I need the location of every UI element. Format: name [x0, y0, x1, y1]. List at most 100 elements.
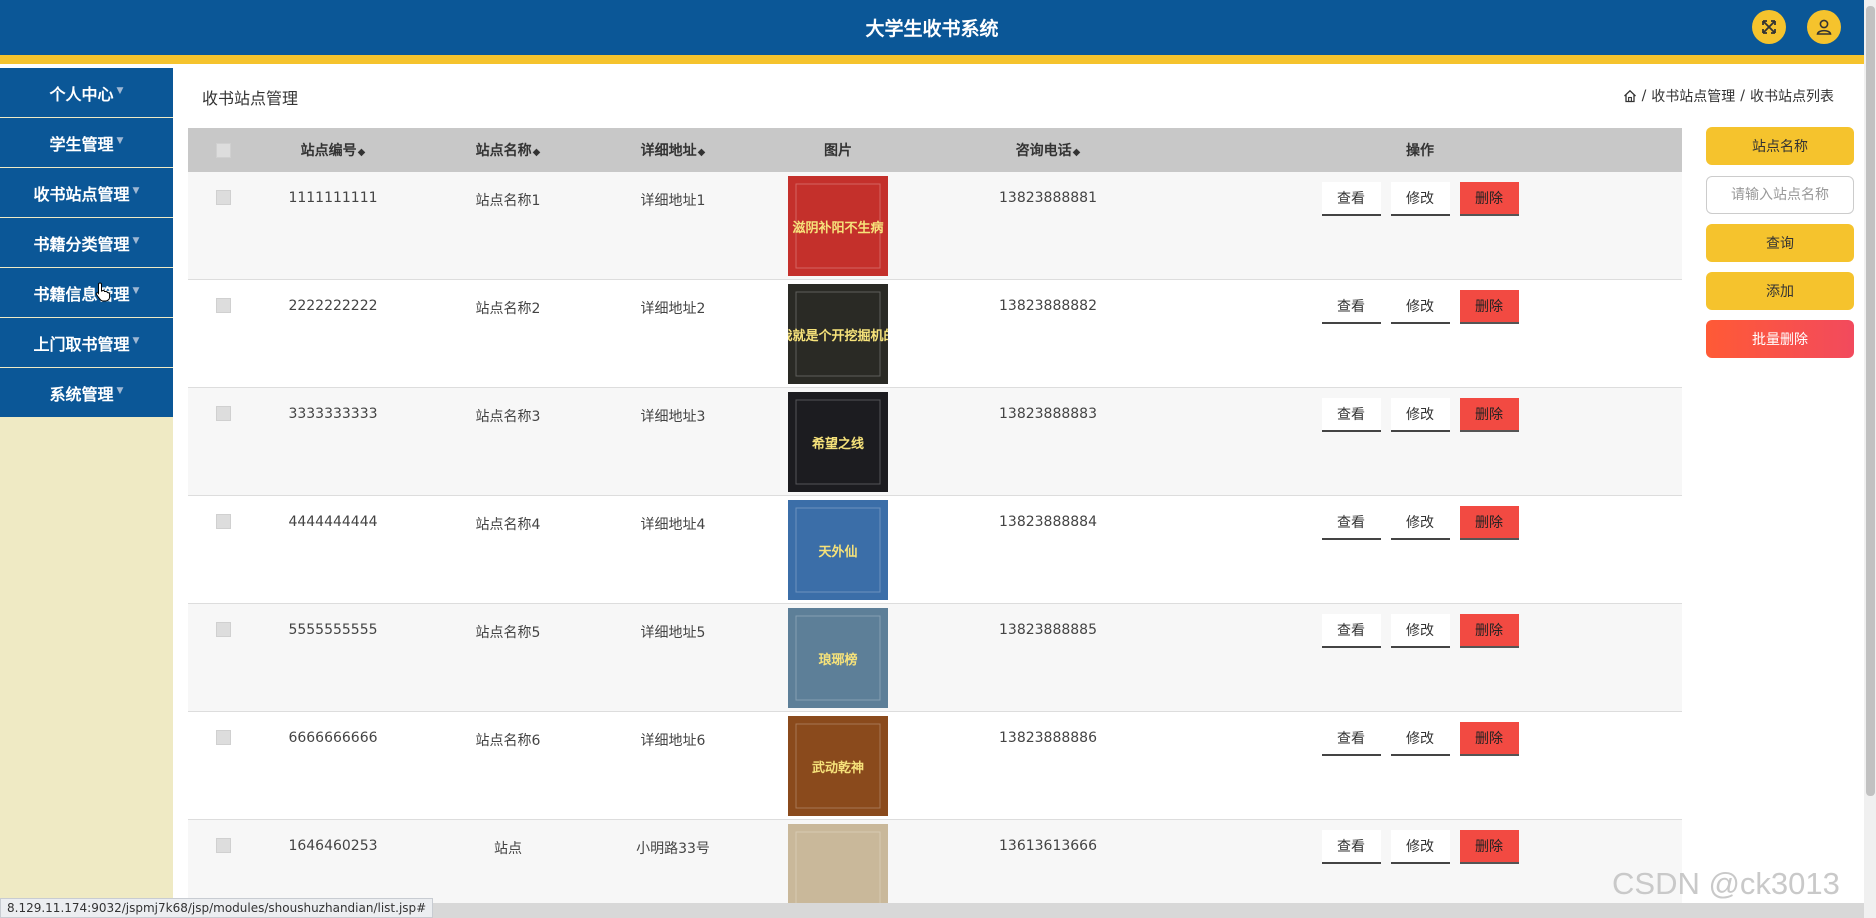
- table-row: 6666666666 站点名称6 详细地址6 武动乾神 13823888886 查看 修改删…: [188, 712, 1682, 820]
- sidebar-item-book-categories[interactable]: 书籍分类管理 ▼: [0, 218, 173, 267]
- caret-down-icon: ▼: [132, 185, 140, 196]
- edit-button[interactable]: 修改: [1390, 290, 1450, 324]
- sidebar-item-book-info[interactable]: 书籍信息管理 ▼: [0, 268, 173, 317]
- delete-button[interactable]: 删除: [1459, 398, 1519, 432]
- view-button[interactable]: 查看: [1321, 290, 1381, 324]
- view-button[interactable]: 查看: [1321, 398, 1381, 432]
- breadcrumb-item[interactable]: 收书站点管理: [1651, 86, 1735, 106]
- watermark: CSDN @ck3013: [1612, 866, 1840, 901]
- edit-button[interactable]: 修改: [1390, 614, 1450, 648]
- sidebar-item-system[interactable]: 系统管理 ▼: [0, 368, 173, 417]
- delete-button[interactable]: 删除: [1459, 506, 1519, 540]
- edit-button[interactable]: 修改: [1390, 506, 1450, 540]
- cell-phone: 13823888885: [999, 622, 1097, 638]
- sidebar-item-stations[interactable]: 收书站点管理 ▼: [0, 168, 173, 217]
- view-button[interactable]: 查看: [1321, 722, 1381, 756]
- cell-id: 1111111111: [288, 190, 378, 206]
- table-body: 1111111111 站点名称1 详细地址1 滋阴补阳不生病 13823888881 查看…: [188, 172, 1682, 918]
- row-checkbox[interactable]: [215, 406, 231, 421]
- edit-button[interactable]: 修改: [1390, 398, 1450, 432]
- cell-phone: 13823888884: [999, 514, 1097, 530]
- table-row: 1111111111 站点名称1 详细地址1 滋阴补阳不生病 13823888881 查看…: [188, 172, 1682, 280]
- fullscreen-button[interactable]: [1752, 10, 1786, 44]
- cover-title: 武动乾神: [812, 760, 864, 776]
- cell-address: 详细地址4: [640, 517, 706, 533]
- cell-phone: 13613613666: [999, 838, 1097, 854]
- view-button[interactable]: 查看: [1321, 506, 1381, 540]
- cell-address: 详细地址3: [640, 409, 706, 425]
- select-all-checkbox[interactable]: [215, 142, 231, 158]
- breadcrumb-item-current: 收书站点列表: [1750, 89, 1834, 105]
- home-icon[interactable]: [1623, 89, 1637, 103]
- sidebar-item-personal-center[interactable]: 个人中心 ▼: [0, 68, 173, 117]
- user-button[interactable]: [1807, 10, 1841, 44]
- cell-name: 站点名称5: [475, 625, 541, 641]
- sidebar-item-pickup[interactable]: 上门取书管理 ▼: [0, 318, 173, 367]
- column-header-id[interactable]: 站点编号◆: [258, 140, 408, 160]
- top-header: 大学生收书系统: [0, 0, 1864, 55]
- column-header-address[interactable]: 详细地址◆: [608, 140, 738, 160]
- cover-title: 希望之线: [812, 436, 864, 452]
- cell-name: 站点名称1: [475, 193, 541, 209]
- edit-button[interactable]: 修改: [1390, 830, 1450, 864]
- cell-id: 1646460253: [288, 838, 378, 854]
- vertical-scrollbar-thumb[interactable]: [1866, 6, 1875, 796]
- row-checkbox[interactable]: [215, 298, 231, 313]
- sidebar-item-label: 上门取书管理: [33, 334, 130, 354]
- column-header-ops: 操作: [1406, 143, 1434, 159]
- book-cover-image: 滋阴补阳不生病: [788, 176, 888, 276]
- batch-delete-button[interactable]: 批量删除: [1706, 320, 1854, 358]
- expand-icon: [1762, 20, 1776, 34]
- search-input[interactable]: [1706, 176, 1854, 214]
- book-cover-image: 琅琊榜: [788, 608, 888, 708]
- hand-cursor-icon: [95, 282, 111, 302]
- table-row: 2222222222 站点名称2 详细地址2 我就是个开挖掘机的 13823888882…: [188, 280, 1682, 388]
- cell-id: 2222222222: [288, 298, 378, 314]
- cover-title: 滋阴补阳不生病: [792, 220, 883, 236]
- add-button[interactable]: 添加: [1706, 272, 1854, 310]
- cell-address: 详细地址6: [640, 733, 706, 749]
- cell-phone: 13823888882: [999, 298, 1097, 314]
- delete-button[interactable]: 删除: [1459, 290, 1519, 324]
- sidebar-item-label: 学生管理: [49, 134, 114, 154]
- cell-id: 3333333333: [288, 406, 378, 422]
- row-checkbox[interactable]: [215, 190, 231, 205]
- query-button[interactable]: 查询: [1706, 224, 1854, 262]
- view-button[interactable]: 查看: [1321, 614, 1381, 648]
- row-checkbox[interactable]: [215, 838, 231, 853]
- cell-id: 5555555555: [288, 622, 378, 638]
- row-checkbox[interactable]: [215, 514, 231, 529]
- breadcrumb: / 收书站点管理 / 收书站点列表: [1623, 86, 1834, 106]
- cell-name: 站点名称2: [475, 301, 541, 317]
- sidebar: 个人中心 ▼ 学生管理 ▼ 收书站点管理 ▼ 书籍分类管理 ▼ 书籍信息管理 ▼ 上门取书…: [0, 68, 173, 918]
- row-checkbox[interactable]: [215, 622, 231, 637]
- cell-name: 站点名称6: [475, 733, 541, 749]
- sort-icon: ◆: [697, 147, 706, 158]
- caret-down-icon: ▼: [132, 235, 140, 246]
- delete-button[interactable]: 删除: [1459, 614, 1519, 648]
- sidebar-item-label: 书籍分类管理: [33, 234, 130, 254]
- table-row: 3333333333 站点名称3 详细地址3 希望之线 13823888883 查看 修改删…: [188, 388, 1682, 496]
- sidebar-item-students[interactable]: 学生管理 ▼: [0, 118, 173, 167]
- caret-down-icon: ▼: [116, 85, 124, 96]
- edit-button[interactable]: 修改: [1390, 182, 1450, 216]
- row-checkbox[interactable]: [215, 730, 231, 745]
- delete-button[interactable]: 删除: [1459, 182, 1519, 216]
- stations-table: 站点编号◆ 站点名称◆ 详细地址◆ 图片 咨询电话◆ 操作 1111111111…: [188, 128, 1682, 918]
- cover-title: 琅琊榜: [818, 652, 857, 668]
- delete-button[interactable]: 删除: [1459, 830, 1519, 864]
- page-title: 收书站点管理: [202, 89, 299, 108]
- column-header-name[interactable]: 站点名称◆: [408, 140, 608, 160]
- sidebar-item-label: 系统管理: [49, 384, 114, 404]
- column-header-phone[interactable]: 咨询电话◆: [938, 140, 1158, 160]
- sort-icon: ◆: [1072, 147, 1081, 158]
- edit-button[interactable]: 修改: [1390, 722, 1450, 756]
- cell-id: 6666666666: [288, 730, 378, 746]
- view-button[interactable]: 查看: [1321, 182, 1381, 216]
- delete-button[interactable]: 删除: [1459, 722, 1519, 756]
- view-button[interactable]: 查看: [1321, 830, 1381, 864]
- search-panel: 站点名称 查询 添加 批量删除: [1706, 127, 1854, 358]
- header-accent-bar: [0, 55, 1864, 64]
- cell-address: 详细地址2: [640, 301, 706, 317]
- cover-title: 天外仙: [818, 544, 857, 560]
